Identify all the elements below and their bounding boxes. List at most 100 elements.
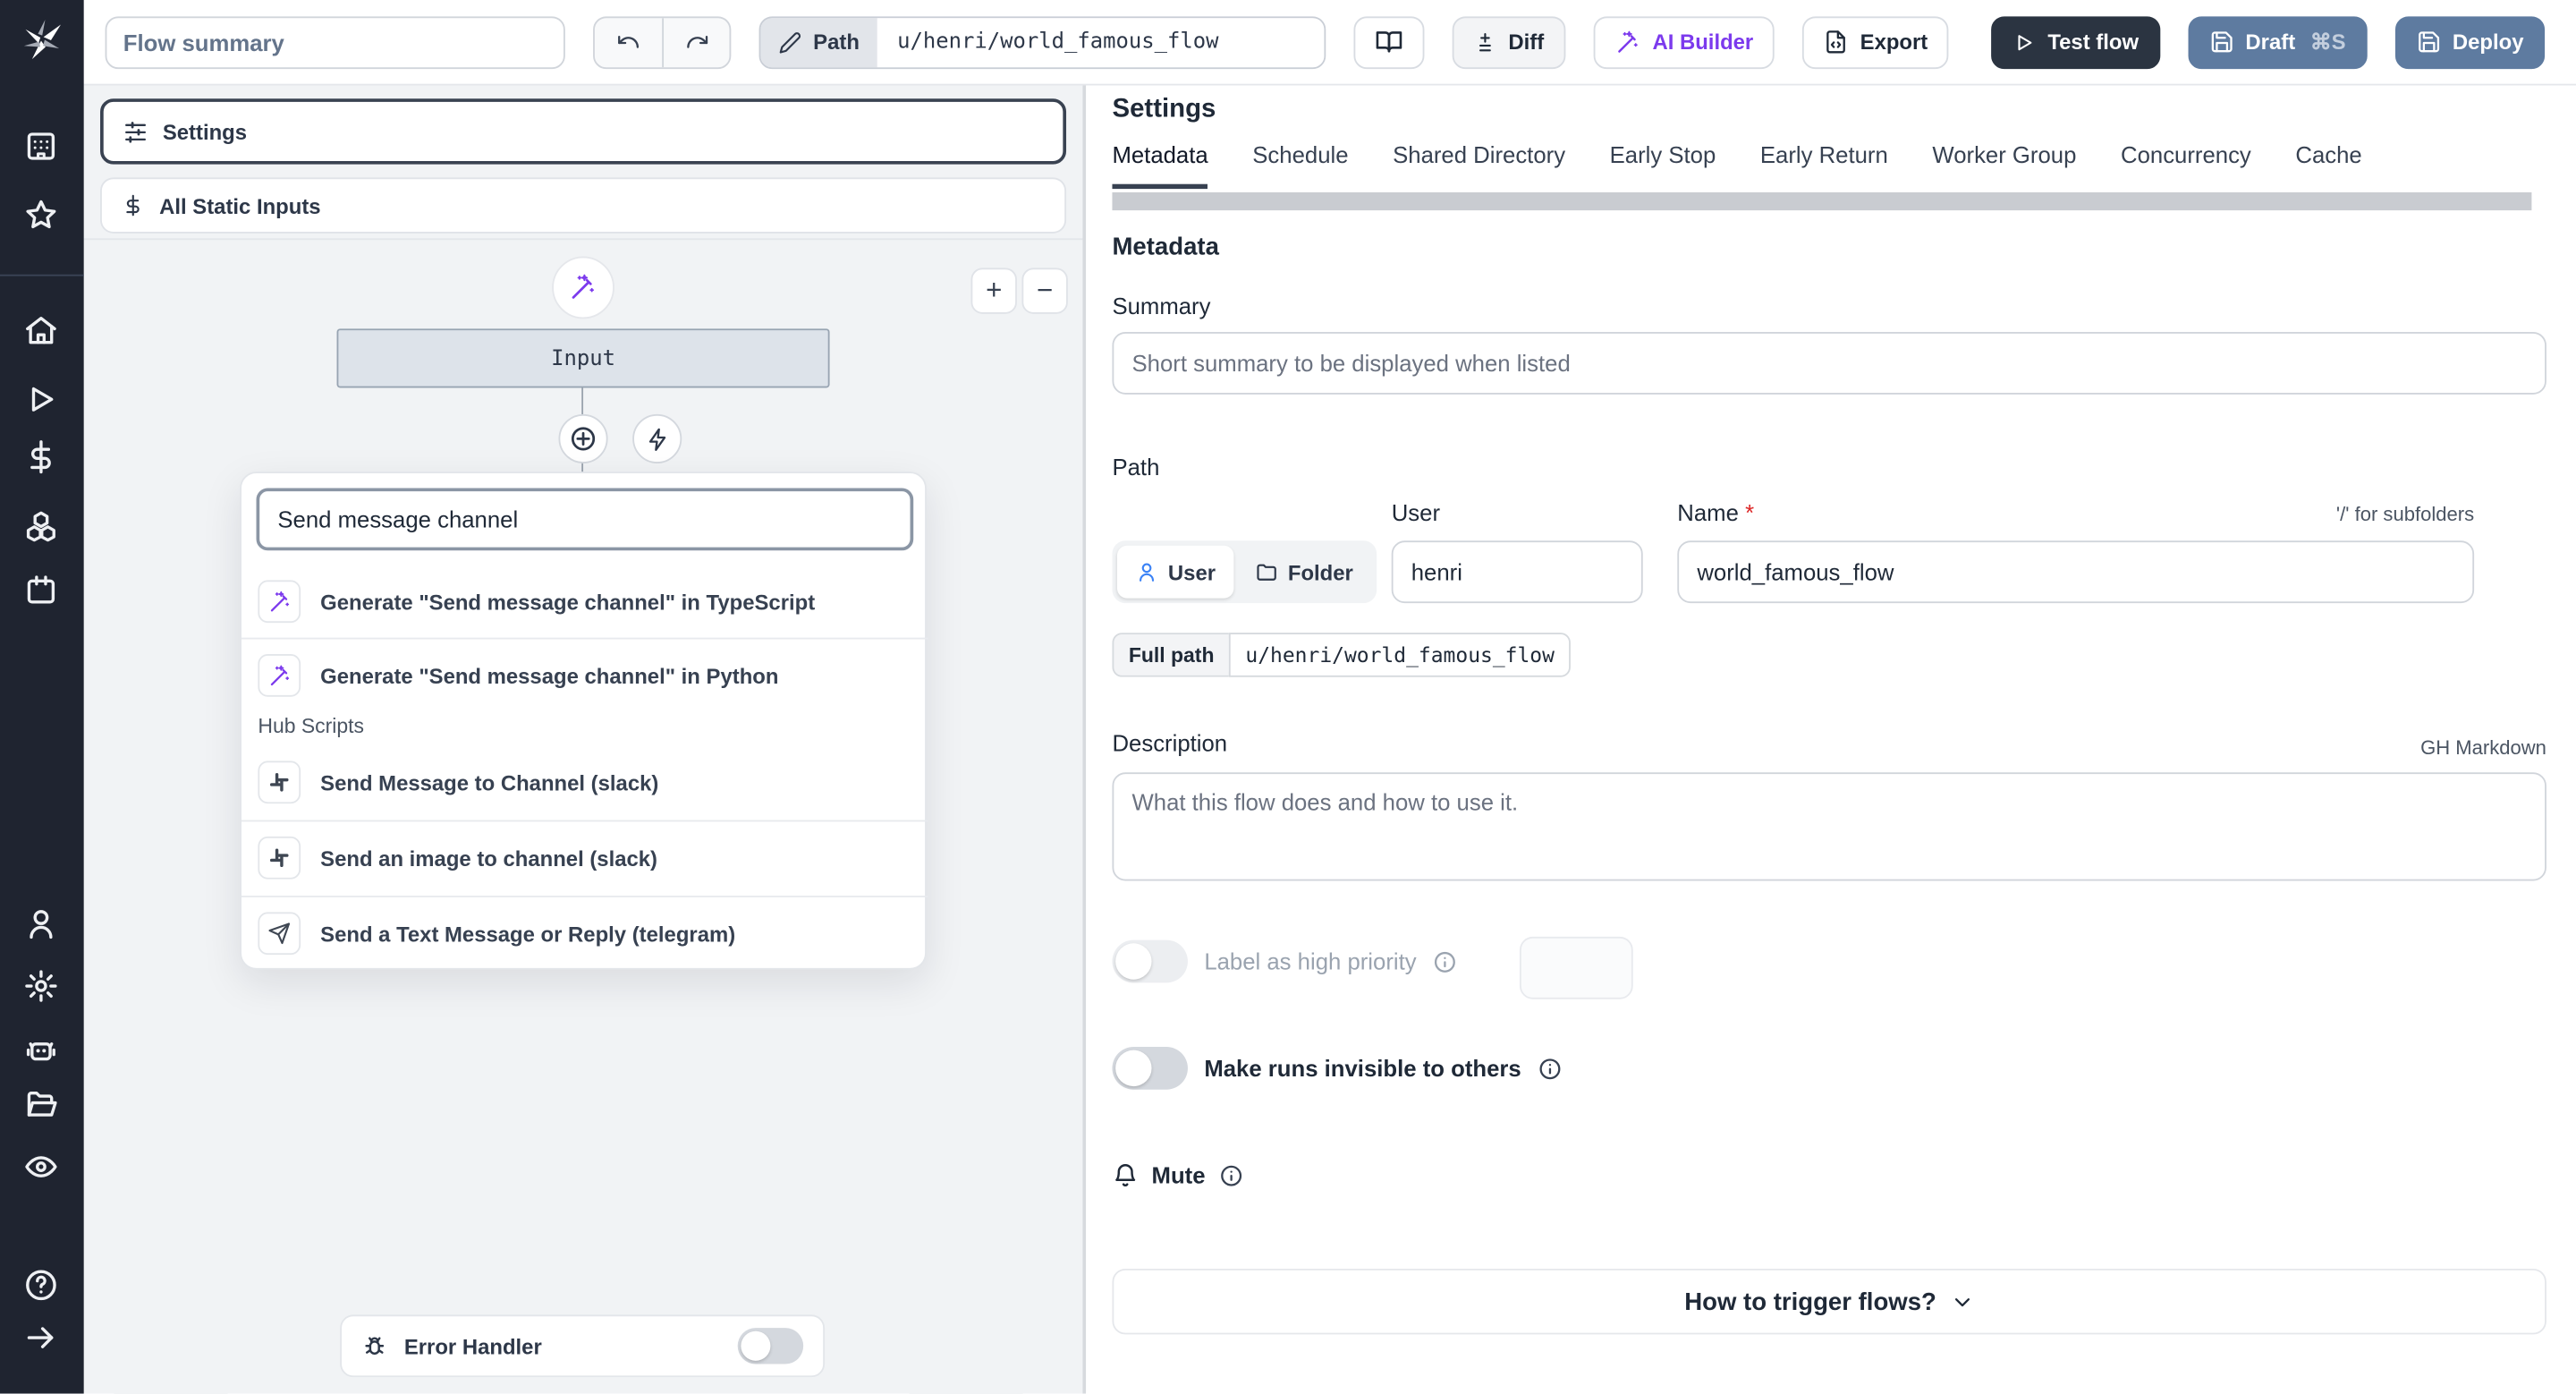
diff-button[interactable]: Diff xyxy=(1452,15,1566,69)
trigger-flows-accordion[interactable]: How to trigger flows? xyxy=(1112,1268,2546,1335)
flow-settings-card[interactable]: Settings xyxy=(100,98,1067,165)
result-slack-send-image[interactable]: Send an image to channel (slack) xyxy=(242,821,928,894)
export-label: Export xyxy=(1860,30,1928,55)
book-open-icon xyxy=(1376,31,1402,53)
settings-gear-icon[interactable] xyxy=(23,968,59,1004)
export-button[interactable]: Export xyxy=(1802,15,1950,69)
plus-circle-icon xyxy=(569,424,598,454)
tab-cache[interactable]: Cache xyxy=(2295,141,2361,189)
home-icon[interactable] xyxy=(23,312,59,348)
step-search-input[interactable] xyxy=(256,488,914,551)
workspace-icon[interactable] xyxy=(23,128,59,164)
flow-summary-input[interactable] xyxy=(105,15,565,69)
description-textarea[interactable] xyxy=(1112,772,2546,881)
user-icon xyxy=(1135,560,1158,583)
metadata-heading: Metadata xyxy=(1112,233,1219,262)
expand-arrow-icon[interactable] xyxy=(23,1320,59,1356)
slack-icon xyxy=(258,836,301,880)
error-handler-node[interactable]: Error Handler xyxy=(340,1314,826,1378)
ai-flow-wand-button[interactable] xyxy=(552,256,614,319)
result-generate-python[interactable]: Generate "Send message channel" in Pytho… xyxy=(242,639,928,711)
high-priority-toggle[interactable] xyxy=(1112,939,1188,983)
owner-kind-folder-label: Folder xyxy=(1287,559,1353,584)
ai-builder-button[interactable]: AI Builder xyxy=(1593,15,1775,69)
help-icon[interactable] xyxy=(23,1267,59,1303)
zoom-in-button[interactable]: + xyxy=(970,268,1017,314)
path-selector[interactable]: Path u/henri/world_famous_flow xyxy=(758,15,1326,69)
wand-icon xyxy=(569,273,598,302)
wand-icon xyxy=(1614,29,1640,55)
user-input[interactable] xyxy=(1391,540,1643,604)
pane-resize-handle[interactable] xyxy=(1082,85,1087,1394)
tab-worker-group[interactable]: Worker Group xyxy=(1932,141,2076,189)
error-handler-toggle[interactable] xyxy=(737,1328,804,1364)
trigger-button[interactable] xyxy=(632,413,682,463)
lightning-icon xyxy=(645,427,670,452)
markdown-hint: GH Markdown xyxy=(2420,735,2546,760)
sliders-icon xyxy=(123,119,148,144)
result-generate-typescript[interactable]: Generate "Send message channel" in TypeS… xyxy=(242,565,928,638)
full-path-row: Full path u/henri/world_famous_flow xyxy=(1112,633,1572,677)
owner-kind-user[interactable]: User xyxy=(1116,545,1234,599)
draft-button[interactable]: Draft ⌘S xyxy=(2188,15,2368,69)
telegram-icon xyxy=(258,912,301,956)
schedules-calendar-icon[interactable] xyxy=(23,572,59,608)
tab-early-return[interactable]: Early Return xyxy=(1760,141,1888,189)
tab-shared-directory[interactable]: Shared Directory xyxy=(1393,141,1565,189)
name-label-text: Name xyxy=(1677,499,1739,526)
owner-kind-user-label: User xyxy=(1167,559,1216,584)
add-step-button[interactable] xyxy=(558,413,608,463)
redo-button[interactable] xyxy=(662,17,729,67)
owner-kind-folder[interactable]: Folder xyxy=(1237,546,1371,599)
runs-play-icon[interactable] xyxy=(23,381,59,417)
mute-row[interactable]: Mute xyxy=(1112,1162,1242,1188)
chevron-down-icon xyxy=(1954,1297,1970,1306)
tab-metadata[interactable]: Metadata xyxy=(1112,141,1208,190)
subfolder-hint: '/' for subfolders xyxy=(2335,503,2475,526)
save-icon xyxy=(2416,30,2441,55)
tabs-scrollbar[interactable] xyxy=(1112,191,2532,211)
priority-value-input[interactable] xyxy=(1519,936,1633,999)
toggle-knob xyxy=(741,1330,771,1361)
folder-icon xyxy=(1255,560,1278,583)
folders-icon[interactable] xyxy=(23,1086,59,1122)
audit-eye-icon[interactable] xyxy=(23,1149,59,1185)
workers-robot-icon[interactable] xyxy=(23,1031,59,1067)
deploy-label: Deploy xyxy=(2452,30,2524,55)
deploy-button[interactable]: Deploy xyxy=(2394,15,2546,69)
result-telegram-send-text[interactable]: Send a Text Message or Reply (telegram) xyxy=(242,897,928,970)
owner-kind-toggle: User Folder xyxy=(1112,540,1377,604)
full-path-value: u/henri/world_famous_flow xyxy=(1229,633,1572,677)
favorites-star-icon[interactable] xyxy=(23,197,59,233)
all-static-inputs-card[interactable]: All Static Inputs xyxy=(100,177,1067,234)
bug-icon xyxy=(365,1337,385,1356)
input-node[interactable]: Input xyxy=(336,328,830,388)
result-slack-send-message[interactable]: Send Message to Channel (slack) xyxy=(242,746,928,819)
result-label: Send Message to Channel (slack) xyxy=(320,769,659,795)
variables-dollar-icon[interactable] xyxy=(23,438,59,474)
diff-icon xyxy=(1479,32,1492,51)
tab-concurrency[interactable]: Concurrency xyxy=(2121,141,2251,189)
zoom-out-button[interactable]: − xyxy=(1021,268,1068,314)
tab-early-stop[interactable]: Early Stop xyxy=(1610,141,1716,189)
test-flow-button[interactable]: Test flow xyxy=(1991,15,2160,69)
invisible-runs-toggle[interactable] xyxy=(1112,1046,1188,1090)
ai-builder-label: AI Builder xyxy=(1652,30,1754,55)
flow-header-cards: Settings All Static Inputs xyxy=(83,86,1083,241)
undo-button[interactable] xyxy=(595,17,662,66)
draft-shortcut: ⌘S xyxy=(2309,29,2346,54)
play-icon xyxy=(2019,34,2033,50)
tab-schedule[interactable]: Schedule xyxy=(1252,141,1348,189)
settings-panel: Settings Metadata Schedule Shared Direct… xyxy=(1086,85,2576,1394)
canvas-zoom-controls: + − xyxy=(970,268,1068,314)
resources-boxes-icon[interactable] xyxy=(23,506,59,542)
windmill-logo-icon[interactable] xyxy=(16,13,69,66)
wand-icon xyxy=(258,654,301,697)
summary-input[interactable] xyxy=(1112,332,2546,395)
name-input[interactable] xyxy=(1677,540,2475,604)
settings-tabs: Metadata Schedule Shared Directory Early… xyxy=(1112,141,2557,190)
undo-icon xyxy=(618,35,640,48)
invisible-runs-label: Make runs invisible to others xyxy=(1204,1055,1521,1082)
docs-button[interactable] xyxy=(1353,15,1425,69)
users-icon[interactable] xyxy=(23,905,59,941)
